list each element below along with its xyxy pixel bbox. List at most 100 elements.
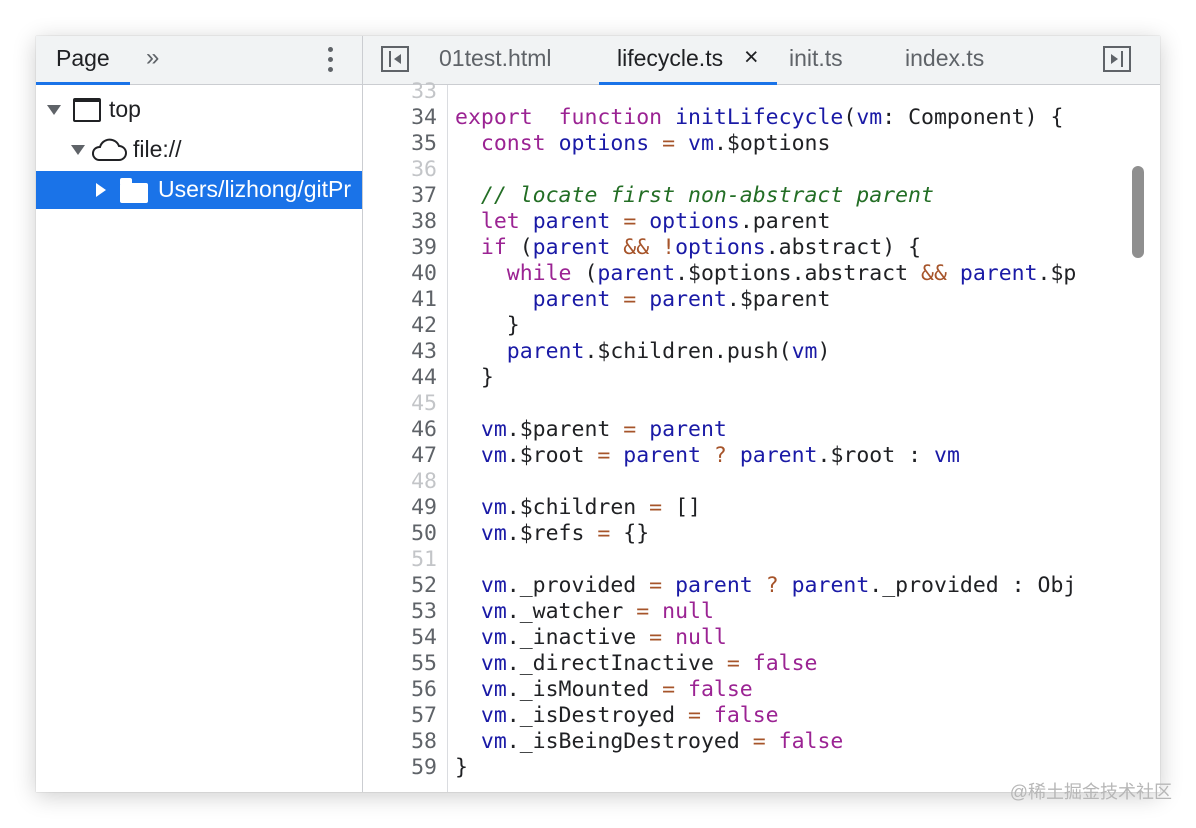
line-number[interactable]: 46 — [367, 417, 437, 443]
line-number-gutter: 33 34 35 36 37 38 39 40 41 42 43 44 45 46 47 48 49 50 51 52… — [363, 79, 448, 792]
line-number[interactable]: 36 — [367, 157, 437, 183]
line-number[interactable]: 39 — [367, 235, 437, 261]
tab-index-ts[interactable]: index.ts — [905, 36, 1005, 84]
close-tab-icon[interactable]: × — [744, 43, 759, 72]
vertical-scrollbar[interactable] — [1132, 166, 1144, 258]
tab-init-ts[interactable]: init.ts — [789, 36, 869, 84]
code-line: let parent = options.parent — [455, 209, 831, 235]
code-line: const options = vm.$options — [455, 131, 831, 157]
line-number[interactable]: 35 — [367, 131, 437, 157]
line-number[interactable]: 37 — [367, 183, 437, 209]
line-number[interactable]: 45 — [367, 391, 437, 417]
code-token: .$refs — [506, 521, 598, 546]
tab-page[interactable]: Page — [36, 36, 130, 85]
line-number[interactable]: 50 — [367, 521, 437, 547]
code-token: parent — [791, 573, 870, 598]
tree-item-top[interactable]: top — [36, 91, 362, 129]
code-line: parent = parent.$parent — [455, 287, 831, 313]
line-number[interactable]: 48 — [367, 469, 437, 495]
code-token: parent — [506, 339, 585, 364]
code-token: options — [558, 131, 650, 156]
line-number[interactable]: 44 — [367, 365, 437, 391]
line-number[interactable]: 59 — [367, 755, 437, 781]
code-token: = — [752, 729, 766, 754]
line-number[interactable]: 43 — [367, 339, 437, 365]
code-token: vm — [688, 131, 714, 156]
line-number[interactable]: 51 — [367, 547, 437, 573]
expand-arrow-icon[interactable] — [71, 145, 85, 155]
line-number[interactable]: 58 — [367, 729, 437, 755]
code-line: while (parent.$options.abstract && paren… — [455, 261, 1077, 287]
code-line: parent.$children.push(vm) — [455, 339, 831, 365]
line-number[interactable]: 41 — [367, 287, 437, 313]
line-number[interactable]: 42 — [367, 313, 437, 339]
code-token: ._provided : Obj — [869, 573, 1077, 598]
line-number[interactable]: 33 — [367, 79, 437, 105]
line-number[interactable]: 56 — [367, 677, 437, 703]
code-token: [] — [662, 495, 701, 520]
line-number[interactable]: 54 — [367, 625, 437, 651]
expand-arrow-icon[interactable] — [96, 183, 106, 197]
code-token: vm — [480, 495, 507, 520]
code-line: vm.$children = [] — [455, 495, 701, 521]
code-token: = — [623, 417, 637, 442]
code-line: vm.$parent = parent — [455, 417, 727, 443]
line-number[interactable]: 47 — [367, 443, 437, 469]
code-line: export function initLifecycle(vm: Compon… — [455, 105, 1063, 131]
line-number[interactable]: 34 — [367, 105, 437, 131]
line-number[interactable]: 57 — [367, 703, 437, 729]
code-line: vm._isDestroyed = false — [455, 703, 779, 729]
tree-item-file-origin[interactable]: file:// — [36, 131, 362, 169]
line-number[interactable]: 40 — [367, 261, 437, 287]
more-options-icon[interactable] — [322, 44, 338, 76]
code-token: false — [752, 651, 818, 676]
tree-item-folder-selected[interactable]: Users/lizhong/gitPr — [36, 171, 362, 209]
code-token: parent — [739, 443, 818, 468]
code-token: parent — [959, 261, 1038, 286]
code-token: ._provided — [506, 573, 650, 598]
toggle-debugger-icon[interactable] — [1103, 46, 1131, 72]
code-token: export — [455, 105, 533, 130]
tab-lifecycle-ts[interactable]: lifecycle.ts × — [599, 36, 777, 85]
code-token: .$p — [1037, 261, 1077, 286]
toggle-navigator-icon[interactable] — [381, 46, 409, 72]
code-token: ) — [817, 339, 831, 364]
code-token: .abstract) { — [765, 235, 922, 260]
code-line: } — [455, 365, 494, 391]
code-token: vm — [934, 443, 960, 468]
code-token: const — [480, 131, 546, 156]
tab-01test-html[interactable]: 01test.html — [439, 36, 589, 84]
more-tabs-chevron-icon[interactable]: » — [146, 44, 159, 72]
code-token: parent — [649, 287, 727, 312]
code-token: .$options — [713, 131, 831, 156]
line-number[interactable]: 38 — [367, 209, 437, 235]
code-token: parent — [532, 235, 611, 260]
line-number[interactable]: 55 — [367, 651, 437, 677]
code-line: } — [455, 755, 468, 781]
line-number[interactable]: 53 — [367, 599, 437, 625]
code-content[interactable]: export function initLifecycle(vm: Compon… — [447, 85, 1160, 792]
code-token: ._inactive — [506, 625, 650, 650]
code-token: if — [480, 235, 507, 260]
code-token: = — [649, 495, 663, 520]
tree-item-label: top — [109, 96, 141, 122]
line-number[interactable]: 49 — [367, 495, 437, 521]
code-token: {} — [610, 521, 650, 546]
expand-arrow-icon[interactable] — [47, 105, 61, 115]
code-token: } — [455, 313, 520, 338]
file-navigator-panel: Page » top file:// Users/lizhong/gitPr — [36, 36, 363, 792]
line-number[interactable]: 52 — [367, 573, 437, 599]
